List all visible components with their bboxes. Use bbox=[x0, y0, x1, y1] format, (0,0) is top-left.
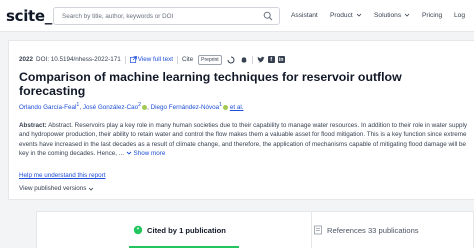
linkedin-icon[interactable]: in bbox=[277, 56, 285, 63]
versions-label: View published versions bbox=[19, 185, 87, 192]
scite-logo[interactable]: scite_ bbox=[6, 7, 52, 25]
doi-text[interactable]: DOI: 10.5194/nhess-2022-171 bbox=[36, 56, 121, 63]
et-al-link[interactable]: et al. bbox=[230, 104, 244, 111]
nav-assistant[interactable]: Assistant bbox=[291, 12, 318, 19]
chevron-down-icon bbox=[126, 151, 132, 155]
paper-title: Comparison of machine learning technique… bbox=[19, 70, 402, 98]
abstract: Abstract: Abstract. Reservoirs play a ke… bbox=[19, 121, 467, 158]
nav-pricing[interactable]: Pricing bbox=[422, 12, 442, 19]
view-full-text-link[interactable]: View full text bbox=[138, 56, 173, 63]
paper-meta: 2022 DOI: 10.5194/nhess-2022-171 View fu… bbox=[19, 54, 285, 65]
search-input[interactable] bbox=[62, 10, 257, 22]
svg-text:": " bbox=[136, 227, 139, 234]
search-box[interactable] bbox=[53, 7, 280, 25]
paper-card: 2022 DOI: 10.5194/nhess-2022-171 View fu… bbox=[8, 40, 474, 200]
nav-login[interactable]: Log bbox=[454, 12, 465, 19]
tab-references-label: References 33 publications bbox=[327, 225, 419, 235]
chevron-down-icon bbox=[356, 13, 361, 17]
facebook-icon[interactable]: f bbox=[267, 56, 275, 63]
show-more-link[interactable]: Show more bbox=[126, 149, 166, 157]
nav-product-label: Product bbox=[330, 12, 353, 19]
orcid-icon bbox=[223, 104, 229, 110]
chevron-down-icon bbox=[89, 187, 94, 191]
top-navigation-bar: scite_ Assistant Product Solutions Prici… bbox=[0, 0, 474, 32]
loading-icon bbox=[227, 56, 235, 63]
versions-toggle[interactable]: View published versions bbox=[19, 185, 94, 192]
abstract-text: Abstract. Reservoirs play a key role in … bbox=[19, 122, 468, 157]
abstract-label: Abstract: bbox=[19, 122, 47, 129]
document-icon bbox=[314, 225, 322, 235]
search-icon[interactable] bbox=[263, 11, 273, 21]
preprint-badge: Preprint bbox=[198, 54, 222, 65]
author-list: Orlando García-Feal1, José González-Cao2… bbox=[19, 102, 244, 112]
cite-button[interactable]: Cite bbox=[182, 56, 193, 63]
nav-product[interactable]: Product bbox=[330, 12, 362, 19]
show-more-label: Show more bbox=[133, 149, 166, 157]
chevron-down-icon bbox=[404, 13, 410, 17]
author-link[interactable]: Orlando García-Feal bbox=[19, 104, 76, 111]
external-link-icon bbox=[129, 56, 137, 63]
citation-tabs: " Cited by 1 publication References 33 p… bbox=[36, 211, 474, 248]
tab-references[interactable]: References 33 publications bbox=[313, 212, 474, 248]
author-link[interactable]: Diego Fernández-Nóvoa bbox=[151, 104, 220, 111]
divider bbox=[251, 55, 253, 64]
divider bbox=[311, 212, 312, 248]
help-link[interactable]: Help me understand this report bbox=[19, 172, 105, 179]
bell-icon[interactable] bbox=[240, 56, 248, 64]
nav-solutions-label: Solutions bbox=[374, 12, 402, 19]
publication-year: 2022 bbox=[19, 56, 34, 63]
tab-cited-by-label: Cited by 1 publication bbox=[147, 225, 226, 235]
share-links: f in bbox=[257, 56, 285, 64]
nav-solutions[interactable]: Solutions bbox=[374, 12, 410, 19]
divider bbox=[176, 55, 178, 64]
author-link[interactable]: José González-Cao bbox=[83, 104, 138, 111]
author-affiliation: 1 bbox=[219, 102, 223, 108]
twitter-icon[interactable] bbox=[257, 56, 265, 64]
quote-bubble-icon: " bbox=[133, 225, 143, 235]
author-affiliation: 2 bbox=[138, 102, 142, 108]
tab-cited-by[interactable]: " Cited by 1 publication bbox=[133, 212, 333, 248]
divider bbox=[124, 55, 126, 64]
